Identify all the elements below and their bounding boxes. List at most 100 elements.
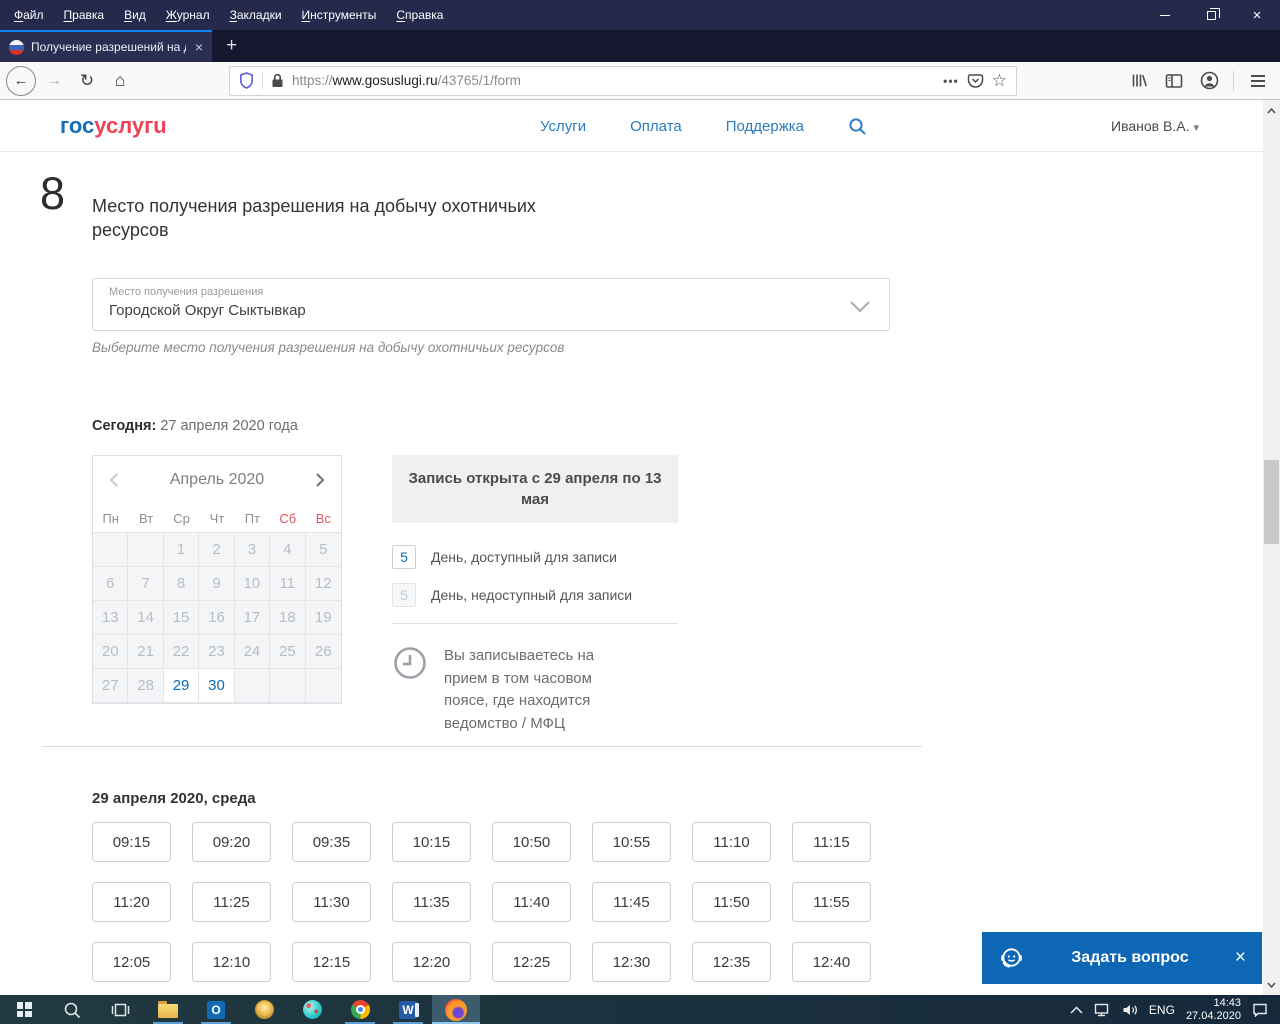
- page-scrollbar[interactable]: [1263, 100, 1280, 995]
- scroll-down-arrow[interactable]: [1263, 976, 1280, 993]
- tab-close-icon[interactable]: ×: [193, 39, 203, 55]
- home-button[interactable]: ⌂: [105, 66, 135, 96]
- weekday-Вс: Вс: [306, 511, 341, 526]
- firefox-button[interactable]: [432, 995, 480, 1024]
- time-slot-11:20[interactable]: 11:20: [92, 882, 171, 922]
- task-view-icon: [111, 1002, 130, 1018]
- next-month-icon[interactable]: [315, 472, 326, 488]
- time-slot-11:30[interactable]: 11:30: [292, 882, 371, 922]
- file-explorer-button[interactable]: [144, 995, 192, 1024]
- menu-item-Вид[interactable]: Вид: [114, 0, 156, 30]
- user-menu[interactable]: Иванов В.А.▾: [1111, 118, 1199, 134]
- time-slot-11:25[interactable]: 11:25: [192, 882, 271, 922]
- shield-icon[interactable]: [239, 72, 254, 89]
- menu-item-Журнал[interactable]: Журнал: [156, 0, 220, 30]
- action-center-icon[interactable]: [1252, 1003, 1268, 1017]
- time-slot-12:35[interactable]: 12:35: [692, 942, 771, 982]
- time-slot-11:15[interactable]: 11:15: [792, 822, 871, 862]
- time-slot-10:55[interactable]: 10:55: [592, 822, 671, 862]
- nav-link-Поддержка[interactable]: Поддержка: [726, 118, 804, 135]
- nav-link-Услуги[interactable]: Услуги: [540, 118, 586, 135]
- scroll-up-arrow[interactable]: [1263, 102, 1280, 119]
- gosuslugi-logo[interactable]: госуслугu: [60, 113, 167, 139]
- menu-item-Файл[interactable]: Файл: [4, 0, 54, 30]
- language-indicator[interactable]: ENG: [1149, 1003, 1175, 1017]
- bookmark-star-icon[interactable]: ☆: [992, 71, 1007, 91]
- menu-item-Инструменты[interactable]: Инструменты: [292, 0, 387, 30]
- menu-item-Справка[interactable]: Справка: [386, 0, 453, 30]
- compass-app-button[interactable]: [240, 995, 288, 1024]
- nav-link-Оплата[interactable]: Оплата: [630, 118, 682, 135]
- taskbar-search-icon: [63, 1001, 81, 1019]
- calendar-day-30[interactable]: 30: [199, 669, 234, 703]
- time-slot-09:35[interactable]: 09:35: [292, 822, 371, 862]
- time-slot-12:25[interactable]: 12:25: [492, 942, 571, 982]
- forward-button[interactable]: →: [39, 66, 69, 96]
- chat-widget[interactable]: Задать вопрос ×: [982, 932, 1262, 984]
- time-slot-11:10[interactable]: 11:10: [692, 822, 771, 862]
- time-slot-12:30[interactable]: 12:30: [592, 942, 671, 982]
- time-slot-11:50[interactable]: 11:50: [692, 882, 771, 922]
- permit-place-select[interactable]: Место получения разрешения Городской Окр…: [92, 278, 890, 331]
- site-header: госуслугu Услуги Оплата Поддержка Иванов В…: [0, 100, 1263, 152]
- time-slot-10:50[interactable]: 10:50: [492, 822, 571, 862]
- new-tab-button[interactable]: +: [212, 30, 251, 62]
- close-icon: ×: [1253, 7, 1262, 24]
- account-icon[interactable]: [1193, 66, 1225, 96]
- page-content: госуслугu Услуги Оплата Поддержка Иванов В…: [0, 100, 1280, 995]
- speaker-icon[interactable]: [1122, 1003, 1138, 1017]
- time-slot-11:35[interactable]: 11:35: [392, 882, 471, 922]
- restore-button[interactable]: [1188, 0, 1234, 30]
- chrome-button[interactable]: [336, 995, 384, 1024]
- chrome-icon: [351, 1000, 370, 1019]
- calendar-day-5: 5: [306, 533, 341, 567]
- globe-app-button[interactable]: [288, 995, 336, 1024]
- time-slot-11:40[interactable]: 11:40: [492, 882, 571, 922]
- tab-bar: Получение разрешений на до × +: [0, 30, 1280, 62]
- time-slot-12:20[interactable]: 12:20: [392, 942, 471, 982]
- time-slot-09:15[interactable]: 09:15: [92, 822, 171, 862]
- url-bar[interactable]: https://www.gosuslugi.ru/43765/1/form ••…: [229, 66, 1017, 96]
- time-slot-12:10[interactable]: 12:10: [192, 942, 271, 982]
- scrollbar-thumb[interactable]: [1264, 460, 1279, 544]
- start-button[interactable]: [0, 995, 48, 1024]
- time-slot-11:45[interactable]: 11:45: [592, 882, 671, 922]
- time-slot-10:15[interactable]: 10:15: [392, 822, 471, 862]
- calendar-day-4: 4: [270, 533, 305, 567]
- time-slot-11:55[interactable]: 11:55: [792, 882, 871, 922]
- task-view-button[interactable]: [96, 995, 144, 1024]
- back-button[interactable]: ←: [6, 66, 36, 96]
- weekday-Вт: Вт: [128, 511, 163, 526]
- page-actions-icon[interactable]: •••: [943, 74, 959, 88]
- tray-chevron-up-icon[interactable]: [1070, 1006, 1083, 1014]
- minimize-button[interactable]: [1142, 0, 1188, 30]
- browser-tab[interactable]: Получение разрешений на до ×: [0, 30, 212, 62]
- sidebar-icon[interactable]: [1158, 66, 1190, 96]
- word-button[interactable]: W: [384, 995, 432, 1024]
- weekday-Чт: Чт: [199, 511, 234, 526]
- menu-item-Закладки[interactable]: Закладки: [220, 0, 292, 30]
- chat-close-icon[interactable]: ×: [1235, 947, 1246, 969]
- clock-icon: [392, 645, 428, 681]
- calendar-day-21: 21: [128, 635, 163, 669]
- taskbar-search-button[interactable]: [48, 995, 96, 1024]
- outlook-button[interactable]: O: [192, 995, 240, 1024]
- time-slot-12:15[interactable]: 12:15: [292, 942, 371, 982]
- time-slot-12:05[interactable]: 12:05: [92, 942, 171, 982]
- pocket-icon[interactable]: [967, 72, 984, 89]
- hamburger-menu-icon[interactable]: [1242, 66, 1274, 96]
- close-window-button[interactable]: ×: [1234, 0, 1280, 30]
- lock-icon[interactable]: [271, 73, 284, 88]
- reload-button[interactable]: ↻: [72, 66, 102, 96]
- tray-clock[interactable]: 14:43 27.04.2020: [1186, 997, 1241, 1023]
- search-icon[interactable]: [848, 117, 867, 136]
- library-icon[interactable]: [1123, 66, 1155, 96]
- time-slot-12:40[interactable]: 12:40: [792, 942, 871, 982]
- calendar-day-29[interactable]: 29: [164, 669, 199, 703]
- network-icon[interactable]: [1094, 1003, 1111, 1017]
- url-text[interactable]: https://www.gosuslugi.ru/43765/1/form: [292, 73, 935, 88]
- menu-item-Правка[interactable]: Правка: [54, 0, 115, 30]
- time-slot-09:20[interactable]: 09:20: [192, 822, 271, 862]
- chevron-down-icon[interactable]: [849, 300, 871, 313]
- prev-month-icon[interactable]: [108, 472, 119, 488]
